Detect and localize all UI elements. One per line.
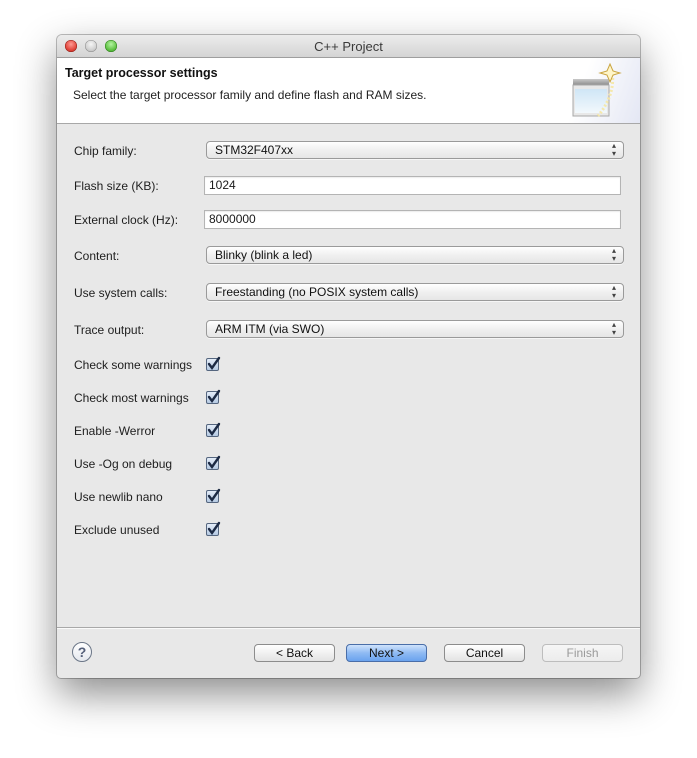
chip-family-label: Chip family: (74, 144, 137, 158)
select-arrows-icon: ▴ ▾ (611, 141, 616, 158)
content-label: Content: (74, 249, 120, 263)
trace-output-label: Trace output: (74, 323, 145, 337)
window-title: C++ Project (314, 39, 383, 54)
help-button[interactable]: ? (72, 642, 92, 662)
check-icon (207, 455, 221, 470)
checkbox-label: Use -Og on debug (74, 457, 173, 471)
use-og-debug-checkbox[interactable] (206, 455, 221, 470)
check-icon (207, 389, 221, 404)
external-clock-label: External clock (Hz): (74, 213, 179, 227)
page-title: Target processor settings (65, 66, 218, 80)
check-most-warnings-checkbox[interactable] (206, 389, 221, 404)
footer-divider (57, 627, 640, 629)
checkbox-label: Exclude unused (74, 523, 160, 537)
cancel-button[interactable]: Cancel (444, 644, 525, 662)
check-icon (207, 422, 221, 437)
checkbox-label: Enable -Werror (74, 424, 156, 438)
system-calls-select[interactable]: Freestanding (no POSIX system calls) ▴ ▾ (206, 283, 624, 301)
external-clock-input[interactable]: 8000000 (204, 210, 621, 229)
chip-family-value: STM32F407xx (215, 143, 294, 157)
check-some-warnings-checkbox[interactable] (206, 356, 221, 371)
check-icon (207, 356, 221, 371)
finish-button[interactable]: Finish (542, 644, 623, 662)
check-icon (207, 488, 221, 503)
select-arrows-icon: ▴ ▾ (611, 283, 616, 300)
select-arrows-icon: ▴ ▾ (611, 320, 616, 337)
select-arrows-icon: ▴ ▾ (611, 246, 616, 263)
content-value: Blinky (blink a led) (215, 248, 313, 262)
system-calls-label: Use system calls: (74, 286, 168, 300)
wizard-window-icon (572, 62, 622, 117)
wizard-window: C++ Project Target processor settings Se… (57, 35, 640, 678)
checkbox-label: Use newlib nano (74, 490, 163, 504)
flash-size-input[interactable]: 1024 (204, 176, 621, 195)
flash-size-label: Flash size (KB): (74, 179, 159, 193)
chip-family-select[interactable]: STM32F407xx ▴ ▾ (206, 141, 624, 159)
help-icon: ? (77, 644, 87, 660)
next-button[interactable]: Next > (346, 644, 427, 662)
system-calls-value: Freestanding (no POSIX system calls) (215, 285, 419, 299)
use-newlib-nano-checkbox[interactable] (206, 488, 221, 503)
wizard-header: Target processor settings Select the tar… (57, 58, 640, 124)
trace-output-select[interactable]: ARM ITM (via SWO) ▴ ▾ (206, 320, 624, 338)
enable-werror-checkbox[interactable] (206, 422, 221, 437)
back-button[interactable]: < Back (254, 644, 335, 662)
exclude-unused-checkbox[interactable] (206, 521, 221, 536)
title-bar: C++ Project (57, 35, 640, 58)
check-icon (207, 521, 221, 536)
content-select[interactable]: Blinky (blink a led) ▴ ▾ (206, 246, 624, 264)
trace-output-value: ARM ITM (via SWO) (215, 322, 325, 336)
wizard-banner (560, 58, 640, 123)
checkbox-label: Check some warnings (74, 358, 193, 372)
page-description: Select the target processor family and d… (73, 88, 427, 102)
checkbox-label: Check most warnings (74, 391, 189, 405)
